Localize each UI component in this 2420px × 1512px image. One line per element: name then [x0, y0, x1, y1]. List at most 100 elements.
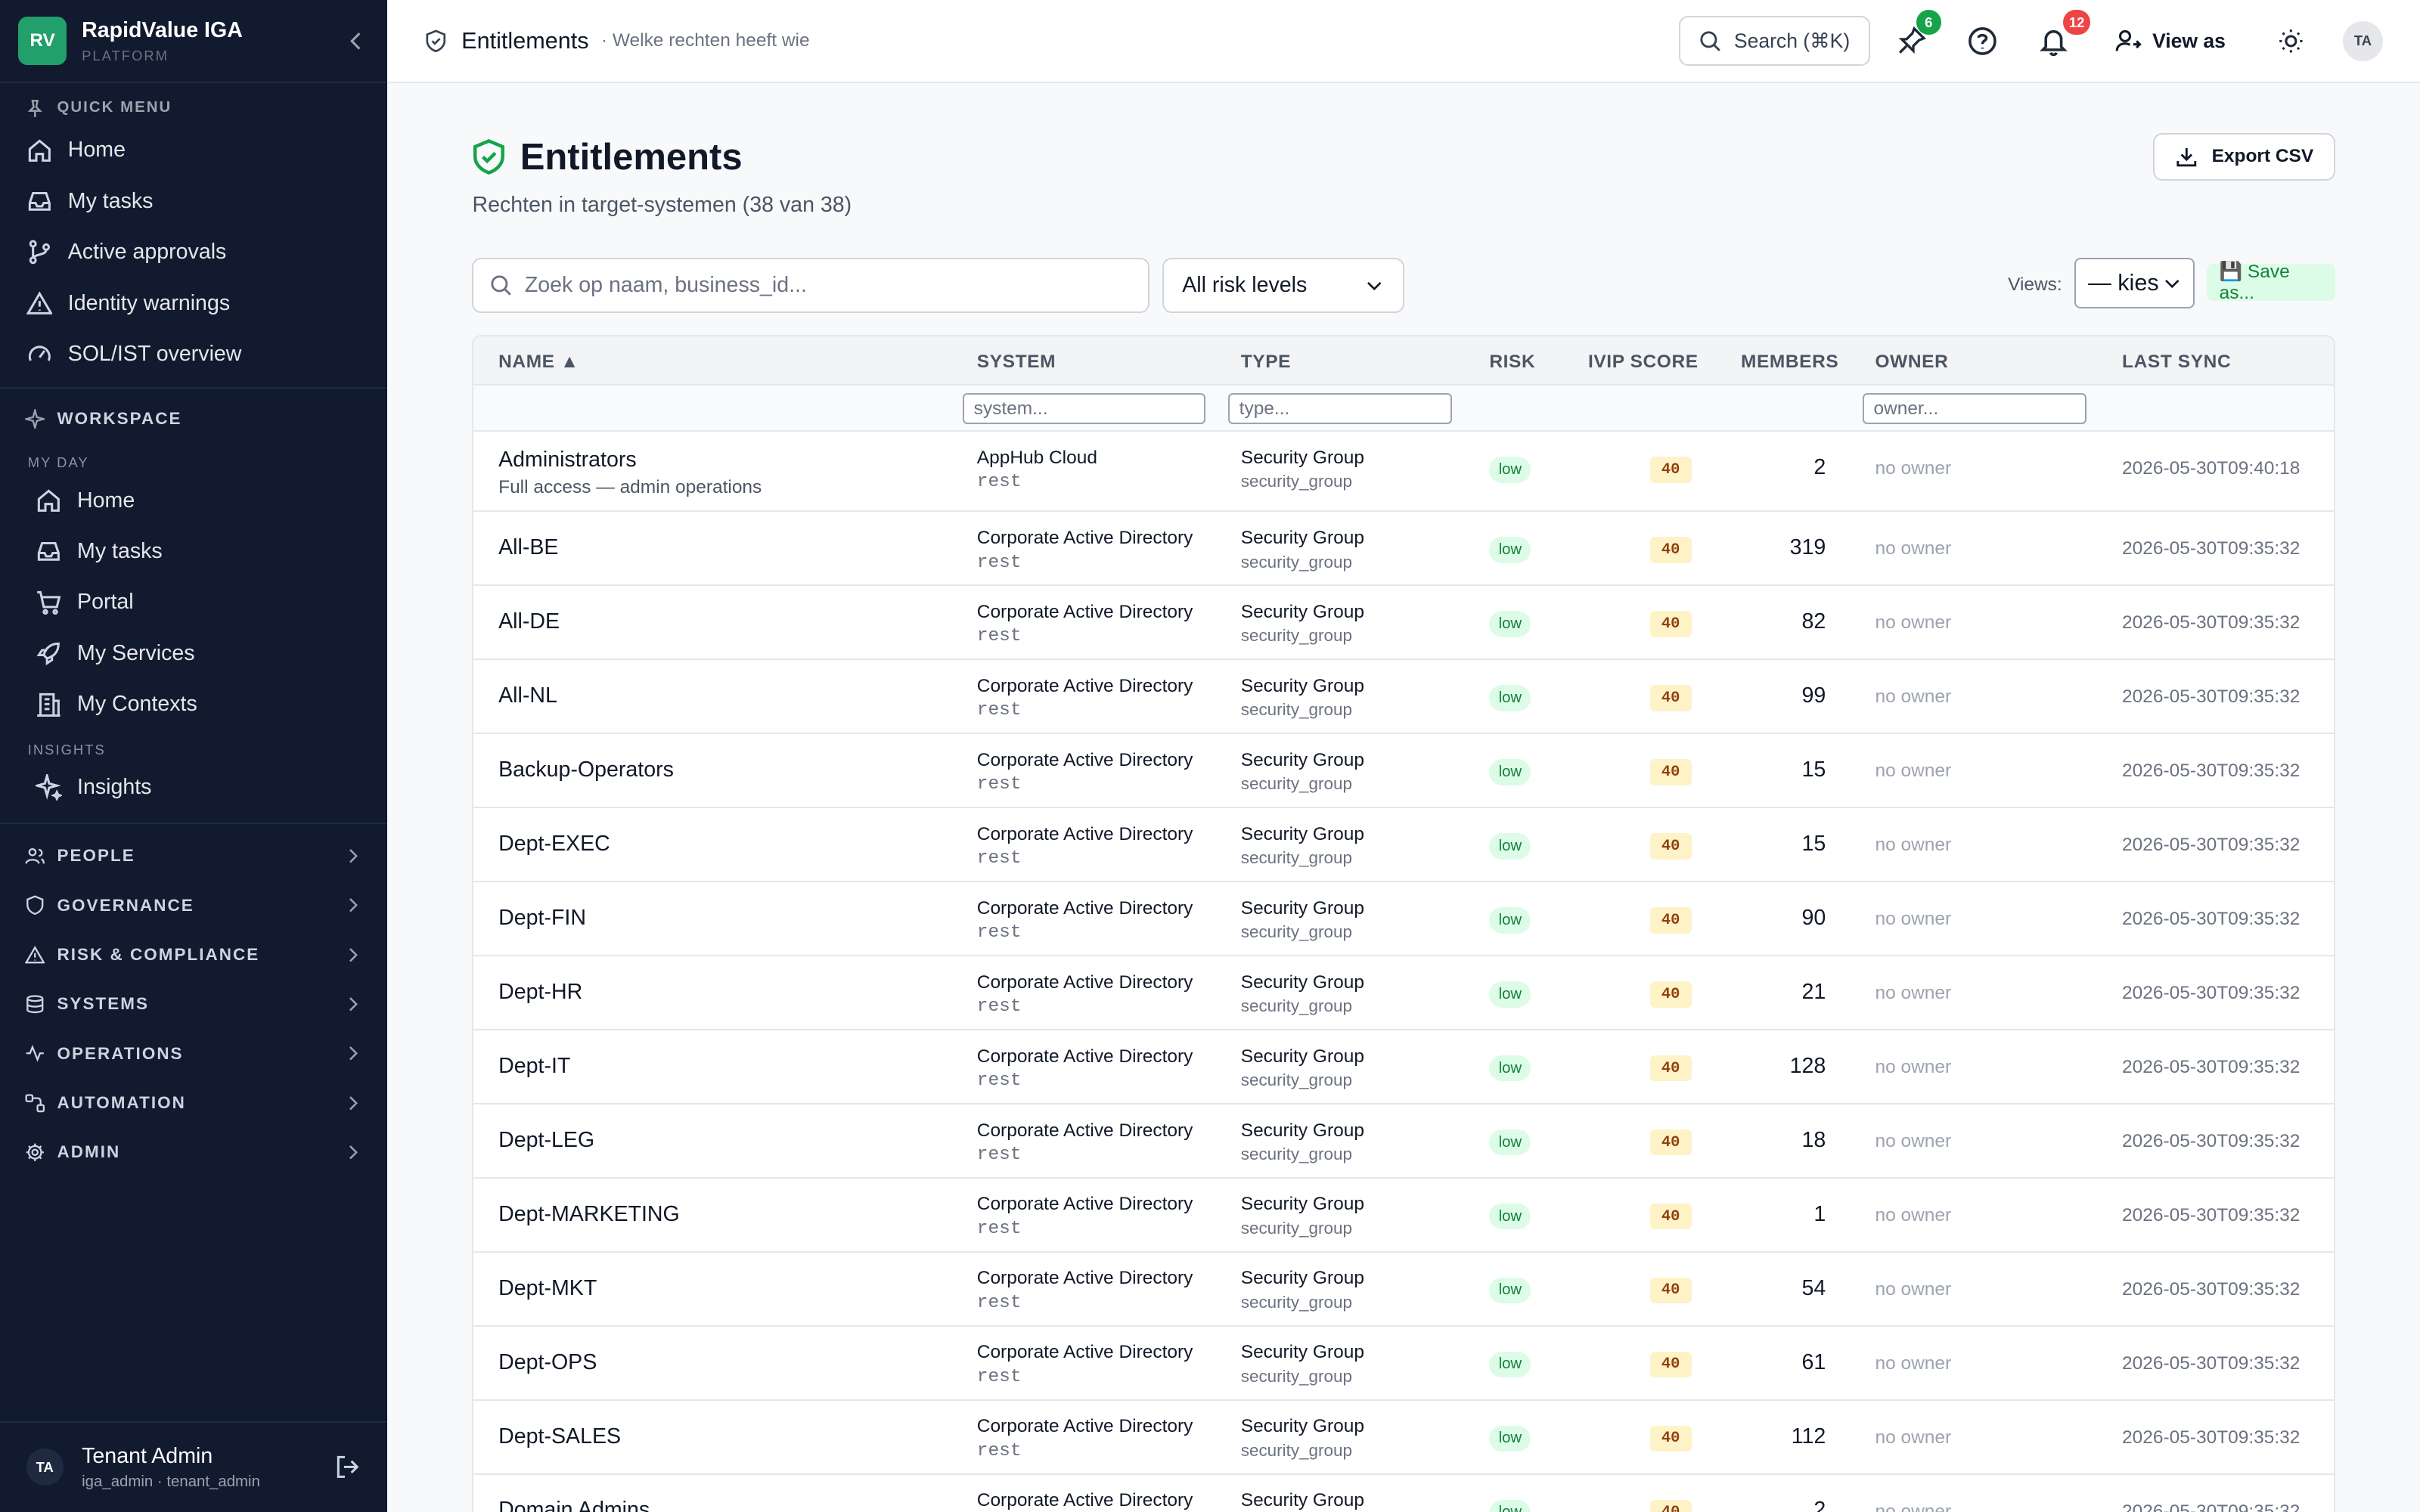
- entitlement-name[interactable]: Dept-MKT: [498, 1276, 597, 1301]
- workspace-portal[interactable]: Portal: [0, 577, 387, 627]
- workspace-my-contexts[interactable]: My Contexts: [0, 679, 387, 730]
- filter-bar: All risk levels Views: — kies 💾 Save as.…: [472, 256, 2335, 333]
- brand: RV RapidValue IGA PLATFORM: [0, 0, 388, 84]
- last-sync-timestamp: 2026-05-30T09:35:32: [2122, 1204, 2301, 1225]
- system-name: AppHub Cloud: [976, 447, 1097, 468]
- table-row[interactable]: Dept-SALES Corporate Active Directory re…: [473, 1401, 2334, 1475]
- members-count: 18: [1801, 1127, 1826, 1152]
- group-operations[interactable]: OPERATIONS: [0, 1029, 387, 1078]
- entitlement-name[interactable]: Dept-IT: [498, 1054, 570, 1079]
- table-row[interactable]: Dept-OPS Corporate Active Directory rest…: [473, 1327, 2334, 1401]
- group-admin[interactable]: ADMIN: [0, 1128, 387, 1177]
- entitlement-type: Security Group: [1240, 1268, 1364, 1289]
- table-row[interactable]: Dept-MKT Corporate Active Directory rest…: [473, 1253, 2334, 1327]
- table-row[interactable]: All-DE Corporate Active Directory rest S…: [473, 586, 2334, 661]
- ivip-score-badge: 40: [1649, 457, 1692, 483]
- entitlement-type-code: security_group: [1240, 996, 1352, 1016]
- entitlement-name[interactable]: Dept-OPS: [498, 1350, 597, 1375]
- system-name: Corporate Active Directory: [976, 971, 1193, 993]
- table-row[interactable]: Dept-FIN Corporate Active Directory rest…: [473, 882, 2334, 957]
- entitlement-name[interactable]: All-NL: [498, 683, 557, 708]
- entitlement-type-code: security_group: [1240, 1219, 1352, 1238]
- user-name: Tenant Admin: [82, 1443, 213, 1468]
- table-row[interactable]: All-BE Corporate Active Directory rest S…: [473, 512, 2334, 587]
- table-row[interactable]: Dept-HR Corporate Active Directory rest …: [473, 956, 2334, 1031]
- page-title: Entitlements: [520, 136, 743, 178]
- group-automation[interactable]: AUTOMATION: [0, 1078, 387, 1127]
- workspace-heading[interactable]: WORKSPACE: [0, 408, 387, 429]
- save-view-button[interactable]: 💾 Save as...: [2207, 262, 2335, 303]
- table-row[interactable]: Dept-EXEC Corporate Active Directory res…: [473, 808, 2334, 883]
- table-row[interactable]: Administrators Full access — admin opera…: [473, 432, 2334, 513]
- workspace-my-services[interactable]: My Services: [0, 627, 387, 678]
- export-csv-button[interactable]: Export CSV: [2153, 132, 2335, 181]
- views-select[interactable]: — kies: [2074, 257, 2195, 309]
- nav-label: Home: [77, 488, 135, 513]
- entitlement-name[interactable]: All-BE: [498, 535, 558, 560]
- column-name-header[interactable]: NAME ▲: [498, 352, 579, 373]
- entitlement-name[interactable]: Dept-FIN: [498, 906, 586, 931]
- group-risk-compliance[interactable]: RISK & COMPLIANCE: [0, 930, 387, 979]
- workspace-insights[interactable]: Insights: [0, 762, 387, 813]
- table-row[interactable]: All-NL Corporate Active Directory rest S…: [473, 660, 2334, 735]
- quick-menu-active-approvals[interactable]: Active approvals: [0, 227, 387, 277]
- entitlement-name[interactable]: Dept-EXEC: [498, 832, 610, 857]
- help-button[interactable]: [1967, 26, 1998, 57]
- column-ivip-score-header[interactable]: IVIP SCORE: [1588, 352, 1699, 373]
- workspace-my-tasks[interactable]: My tasks: [0, 526, 387, 577]
- notifications-button[interactable]: 12: [2038, 10, 2091, 57]
- ivip-score-badge: 40: [1649, 537, 1692, 563]
- column-owner-header[interactable]: OWNER: [1876, 352, 1949, 373]
- sidebar: RV RapidValue IGA PLATFORM QUICK MENU Ho…: [0, 0, 388, 1512]
- quick-menu-my-tasks[interactable]: My tasks: [0, 176, 387, 227]
- type-filter-input[interactable]: [1228, 393, 1453, 425]
- column-members-header[interactable]: MEMBERS: [1741, 352, 1838, 373]
- entitlement-name[interactable]: Domain Admins: [498, 1498, 650, 1512]
- sun-icon[interactable]: [2278, 28, 2304, 54]
- last-sync-timestamp: 2026-05-30T09:35:32: [2122, 1352, 2301, 1374]
- last-sync-timestamp: 2026-05-30T09:35:32: [2122, 834, 2301, 855]
- avatar[interactable]: TA: [26, 1448, 64, 1486]
- user-avatar[interactable]: TA: [2342, 20, 2383, 61]
- database-icon: [26, 995, 44, 1014]
- entitlement-name[interactable]: Dept-LEG: [498, 1128, 594, 1153]
- table-row[interactable]: Dept-MARKETING Corporate Active Director…: [473, 1179, 2334, 1253]
- column-last-sync-header[interactable]: LAST SYNC: [2122, 352, 2231, 373]
- search-input[interactable]: [524, 273, 1112, 299]
- system-filter-input[interactable]: [963, 393, 1205, 425]
- entitlement-name[interactable]: All-DE: [498, 609, 560, 634]
- column-risk-header[interactable]: RISK: [1489, 352, 1535, 373]
- quick-menu-identity-warnings[interactable]: Identity warnings: [0, 277, 387, 328]
- nav-label: Portal: [77, 590, 134, 615]
- quick-menu-sol-ist-overview[interactable]: SOL/IST overview: [0, 329, 387, 380]
- workspace-home[interactable]: Home: [0, 475, 387, 525]
- risk-badge: low: [1489, 1499, 1531, 1512]
- table-row[interactable]: Dept-IT Corporate Active Directory rest …: [473, 1030, 2334, 1105]
- table-row[interactable]: Backup-Operators Corporate Active Direct…: [473, 734, 2334, 809]
- owner-filter-input[interactable]: [1863, 393, 2087, 425]
- entitlement-name[interactable]: Administrators: [498, 448, 637, 472]
- column-type-header[interactable]: TYPE: [1241, 352, 1291, 373]
- entitlement-name[interactable]: Dept-HR: [498, 980, 582, 1005]
- owner-value: no owner: [1875, 1204, 1952, 1225]
- members-count: 90: [1801, 905, 1826, 930]
- system-name: Corporate Active Directory: [976, 1268, 1193, 1289]
- system-name: Corporate Active Directory: [976, 601, 1193, 622]
- view-as-button[interactable]: View as: [2115, 28, 2226, 54]
- logout-icon[interactable]: [335, 1454, 361, 1480]
- group-governance[interactable]: GOVERNANCE: [0, 881, 387, 930]
- risk-level-select[interactable]: All risk levels: [1162, 257, 1405, 314]
- collapse-sidebar-icon[interactable]: [344, 29, 369, 54]
- entitlement-name[interactable]: Dept-SALES: [498, 1424, 621, 1449]
- table-row[interactable]: Domain Admins Corporate Active Directory…: [473, 1475, 2333, 1512]
- global-search-button[interactable]: Search (⌘K): [1678, 16, 1870, 66]
- table-row[interactable]: Dept-LEG Corporate Active Directory rest…: [473, 1105, 2334, 1179]
- group-people[interactable]: PEOPLE: [0, 832, 387, 881]
- entitlement-name[interactable]: Backup-Operators: [498, 758, 674, 782]
- quick-menu-home[interactable]: Home: [0, 125, 387, 175]
- entitlement-name[interactable]: Dept-MARKETING: [498, 1202, 680, 1227]
- group-systems[interactable]: SYSTEMS: [0, 980, 387, 1029]
- pinned-button[interactable]: 6: [1896, 10, 1941, 57]
- column-system-header[interactable]: SYSTEM: [977, 352, 1056, 373]
- gear-icon: [26, 1143, 44, 1161]
